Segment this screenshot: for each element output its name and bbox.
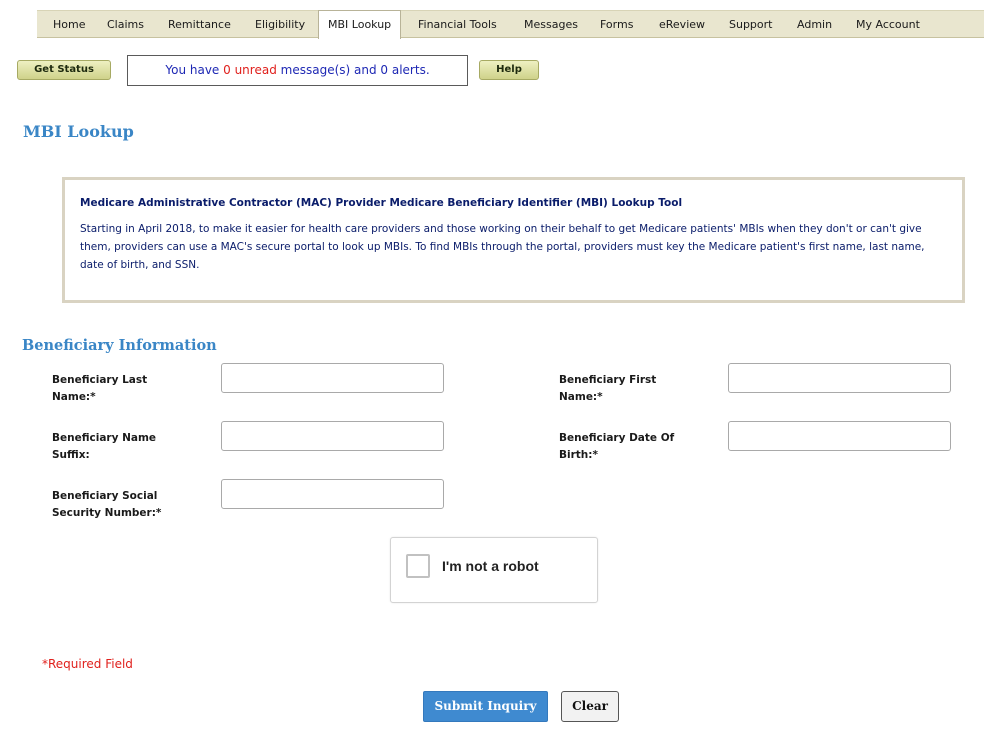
dob-input[interactable]	[728, 421, 951, 451]
dob-label: Beneficiary Date Of Birth:*	[559, 432, 675, 461]
unread-word: unread	[230, 63, 277, 77]
tab-messages[interactable]: Messages	[524, 11, 578, 38]
ssn-input[interactable]	[221, 479, 444, 509]
tab-financial-tools[interactable]: Financial Tools	[418, 11, 497, 38]
clear-button[interactable]: Clear	[561, 691, 619, 722]
captcha-checkbox[interactable]	[406, 554, 430, 578]
info-box: Medicare Administrative Contractor (MAC)…	[62, 177, 965, 303]
tab-ereview[interactable]: eReview	[659, 11, 705, 38]
tab-admin[interactable]: Admin	[797, 11, 832, 38]
last-name-label: Beneficiary Last Name:*	[52, 374, 148, 403]
tab-remittance[interactable]: Remittance	[168, 11, 231, 38]
top-nav: Home Claims Remittance Eligibility MBI L…	[37, 10, 984, 39]
tab-home[interactable]: Home	[53, 11, 85, 38]
tab-forms[interactable]: Forms	[600, 11, 633, 38]
help-button[interactable]: Help	[479, 60, 539, 80]
required-field-note: *Required Field	[42, 657, 133, 671]
status-prefix: You have	[165, 63, 224, 77]
first-name-label: Beneficiary First Name:*	[559, 374, 657, 403]
tab-claims[interactable]: Claims	[107, 11, 144, 38]
last-name-input[interactable]	[221, 363, 444, 393]
tab-support[interactable]: Support	[729, 11, 772, 38]
info-text: Starting in April 2018, to make it easie…	[80, 223, 925, 271]
suffix-input[interactable]	[221, 421, 444, 451]
status-mid: message(s) and	[276, 63, 381, 77]
tab-my-account[interactable]: My Account	[856, 11, 920, 38]
tab-eligibility[interactable]: Eligibility	[255, 11, 305, 38]
unread-count: 0	[223, 63, 231, 77]
ssn-label: Beneficiary Social Security Number:*	[52, 490, 162, 519]
alerts-count: 0	[380, 63, 389, 77]
message-status-box: You have 0 unread message(s) and 0 alert…	[127, 55, 468, 86]
get-status-button[interactable]: Get Status	[17, 60, 111, 80]
status-suffix: alerts.	[388, 63, 430, 77]
submit-inquiry-button[interactable]: Submit Inquiry	[423, 691, 548, 722]
info-title: Medicare Administrative Contractor (MAC)…	[80, 197, 683, 209]
suffix-label: Beneficiary Name Suffix:	[52, 432, 157, 461]
page-title: MBI Lookup	[23, 122, 134, 141]
captcha-widget: I'm not a robot	[390, 537, 598, 603]
tab-mbi-lookup[interactable]: MBI Lookup	[318, 10, 402, 39]
first-name-input[interactable]	[728, 363, 951, 393]
captcha-label: I'm not a robot	[442, 558, 539, 574]
section-title: Beneficiary Information	[22, 337, 217, 354]
